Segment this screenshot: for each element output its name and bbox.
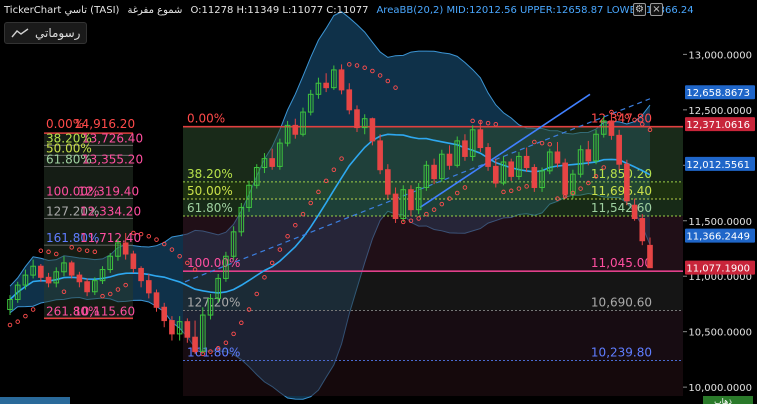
price-tag-label: 12,658.8673 [686, 88, 750, 99]
candle-body[interactable] [616, 134, 622, 165]
price-tag-label: 12,371.0616 [686, 120, 750, 131]
fib-price-label: 10,690.60 [591, 296, 652, 310]
candle-body[interactable] [161, 306, 168, 322]
candle-body[interactable] [585, 149, 592, 162]
fib-left-label: 12,334.20 [80, 205, 141, 219]
bottom-tag-label: ذهاب [714, 397, 732, 404]
drawings-button[interactable]: رسوماتي [4, 22, 88, 44]
fib-price-label: 11,850.20 [591, 167, 652, 181]
candle-body[interactable] [38, 265, 44, 278]
candle-body[interactable] [462, 140, 468, 157]
time-axis-marker[interactable] [0, 397, 70, 404]
sar-dot [15, 319, 20, 324]
candle-body[interactable] [184, 321, 191, 338]
candle-body[interactable] [385, 169, 391, 195]
chart-canvas[interactable]: 0.00%38.20%50.00%61.80%100.00%127.20%161… [0, 0, 757, 404]
candle-body[interactable] [477, 129, 484, 149]
candle-body[interactable] [346, 89, 353, 111]
chart-root: 0.00% 38.20% 50.00% 61.80% 100.00% 127.20% 161… [0, 0, 757, 404]
candle-body[interactable] [323, 82, 329, 89]
trendline-icon [11, 28, 29, 38]
sar-dot [146, 234, 152, 239]
candle-body[interactable] [354, 109, 360, 129]
candle-body[interactable] [76, 274, 83, 283]
candle-body[interactable] [562, 162, 568, 195]
price-tick-label: 10,000.0000 [688, 383, 752, 394]
candle-body[interactable] [408, 189, 414, 211]
symbol-label[interactable]: TickerChart تاسي (TASI) [4, 5, 119, 16]
price-tag-label: 12,012.5561 [686, 160, 750, 171]
candle-body[interactable] [485, 147, 491, 167]
sar-dot [23, 313, 28, 319]
candle-body[interactable] [624, 163, 630, 202]
candle-body[interactable] [492, 165, 499, 184]
sar-dot [7, 322, 13, 328]
fib-price-label: 11,542.60 [591, 201, 652, 215]
fib-percent-label: 50.00% [187, 184, 233, 198]
candle-body[interactable] [138, 267, 144, 282]
candle-body[interactable] [647, 244, 653, 269]
fib-percent-label: 38.20% [187, 167, 233, 181]
price-tick-label: 12,500.0000 [688, 106, 752, 117]
candle-body[interactable] [631, 204, 638, 220]
fib-price-label: 10,239.80 [591, 346, 652, 360]
sar-dot [154, 237, 159, 242]
fib-price-label: 11,696.40 [591, 184, 652, 198]
fib-left-label: 12,319.40 [78, 185, 139, 199]
candle-body[interactable] [145, 280, 152, 294]
candle-body[interactable] [68, 262, 75, 276]
sar-dot [38, 248, 44, 253]
candle-body[interactable] [84, 281, 90, 293]
fib-percent-label: 0.00% [187, 112, 225, 126]
candle-body[interactable] [269, 158, 275, 167]
drawings-label: رسوماتي [35, 26, 81, 40]
candle-body[interactable] [45, 276, 52, 284]
candle-body[interactable] [508, 161, 515, 177]
candle-body[interactable] [531, 167, 538, 188]
fib-left-label: 10,115.60 [74, 304, 135, 318]
candle-body[interactable] [554, 151, 561, 164]
price-tick-label: 11,500.0000 [688, 217, 752, 228]
fib-percent-label: 127.20% [187, 296, 240, 310]
candle-body[interactable] [192, 336, 198, 353]
fib-left-label: 13,355.20 [82, 152, 143, 166]
ohlc-readout: O:11278 H:11349 L:11077 C:11077 [190, 4, 369, 16]
candle-body[interactable] [130, 253, 137, 269]
indicator-readout[interactable]: AreaBB(20,2) MID:12012.56 UPPER:12658.87… [376, 5, 693, 16]
candle-body[interactable] [431, 164, 437, 180]
candle-body[interactable] [392, 193, 399, 220]
fib-left-label: 14,916.20 [74, 117, 135, 131]
candle-body[interactable] [369, 118, 376, 142]
candle-body[interactable] [639, 218, 646, 242]
fib-percent-label: 61.80% [187, 201, 233, 215]
fib-price-label: 11,045.00 [591, 256, 652, 270]
sar-dot [30, 307, 36, 312]
price-tag-label: 11,366.2449 [686, 232, 750, 243]
candle-body[interactable] [338, 69, 345, 91]
price-tick-label: 13,000.0000 [688, 50, 752, 61]
candle-body[interactable] [292, 124, 299, 135]
close-icon[interactable]: × [650, 3, 663, 16]
candle-body[interactable] [169, 320, 175, 335]
candle-body[interactable] [122, 242, 129, 255]
settings-icon[interactable]: ⚙ [633, 3, 646, 16]
fib-zone-extension [183, 360, 683, 396]
price-tick-label: 10,500.0000 [688, 328, 752, 339]
candle-body[interactable] [608, 120, 615, 136]
candle-body[interactable] [377, 140, 383, 171]
price-tag-label: 11,077.1900 [686, 264, 750, 275]
candle-body[interactable] [523, 155, 530, 169]
period-label[interactable]: شموع مفرغة [127, 5, 182, 16]
candle-body[interactable] [153, 292, 160, 308]
candle-body[interactable] [446, 153, 453, 166]
